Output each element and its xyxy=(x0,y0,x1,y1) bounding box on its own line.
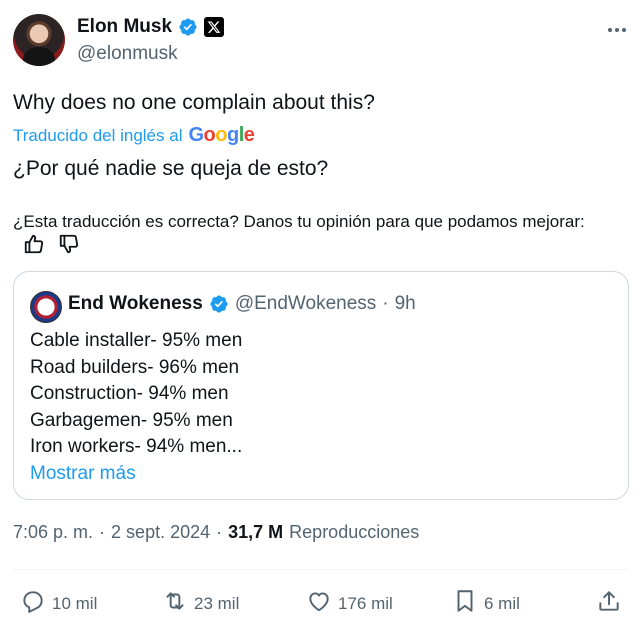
quoted-line: Construction- 94% men xyxy=(30,383,229,405)
show-more-link[interactable]: Mostrar más xyxy=(30,461,242,488)
x-logo-icon[interactable] xyxy=(204,17,225,37)
like-button[interactable]: 176 mil xyxy=(306,588,393,619)
divider xyxy=(13,569,629,570)
meta-separator: · xyxy=(99,522,106,542)
quoted-time: 9h xyxy=(394,293,416,314)
view-count[interactable]: 31,7 M xyxy=(228,522,283,543)
reply-button[interactable]: 10 mil xyxy=(20,588,97,619)
bookmark-icon xyxy=(452,588,478,619)
share-button[interactable] xyxy=(596,588,622,619)
share-icon xyxy=(596,588,622,619)
repost-icon xyxy=(162,588,188,619)
translated-text: ¿Por qué nadie se queja de esto? xyxy=(13,157,329,180)
tweet-date[interactable]: 2 sept. 2024 xyxy=(111,522,210,543)
tweet-meta: 7:06 p. m. · 2 sept. 2024 · 31,7 M Repro… xyxy=(13,522,419,543)
heart-icon xyxy=(306,588,332,619)
google-logo: Google xyxy=(188,124,255,146)
tweet-text: Why does no one complain about this? xyxy=(13,91,375,114)
more-options-icon[interactable] xyxy=(605,20,629,40)
reply-count: 10 mil xyxy=(52,593,98,613)
translation-attribution[interactable]: Traducido del inglés al Google xyxy=(13,124,255,147)
quoted-header: End Wokeness @EndWokeness · 9h xyxy=(68,293,416,315)
views-label: Reproducciones xyxy=(289,522,420,542)
quoted-separator: · xyxy=(382,293,389,314)
quoted-line: Garbagemen- 95% men xyxy=(30,409,233,431)
quoted-line: Iron workers- 94% men... xyxy=(30,436,243,458)
thumbs-up-icon[interactable] xyxy=(23,233,45,255)
meta-separator: · xyxy=(216,522,223,542)
author-name[interactable]: Elon Musk xyxy=(77,16,172,38)
quoted-author-handle: @EndWokeness xyxy=(234,293,377,314)
quoted-author-name[interactable]: End Wokeness xyxy=(68,293,203,315)
thumbs-down-icon[interactable] xyxy=(58,233,80,255)
like-count: 176 mil xyxy=(338,593,393,613)
quoted-tweet[interactable]: End Wokeness @EndWokeness · 9h Cable ins… xyxy=(13,271,629,500)
action-bar: 10 mil 23 mil 176 mil 6 mil xyxy=(20,588,626,614)
quoted-line: Road builders- 96% men xyxy=(30,356,240,378)
tweet-time[interactable]: 7:06 p. m. xyxy=(13,522,93,543)
feedback-text: ¿Esta traducción es correcta? Danos tu o… xyxy=(13,212,585,231)
verified-badge-icon[interactable] xyxy=(178,17,198,37)
author-avatar[interactable] xyxy=(13,14,65,66)
translation-feedback: ¿Esta traducción es correcta? Danos tu o… xyxy=(13,210,613,256)
repost-button[interactable]: 23 mil xyxy=(162,588,239,619)
repost-count: 23 mil xyxy=(194,593,240,613)
author-handle[interactable]: @elonmusk xyxy=(77,43,178,65)
bookmark-count: 6 mil xyxy=(484,593,520,613)
reply-icon xyxy=(20,588,46,619)
quoted-line: Cable installer- 95% men xyxy=(30,330,243,351)
translated-by-label: Traducido del inglés al xyxy=(13,125,183,145)
quoted-author-avatar[interactable] xyxy=(30,291,62,323)
bookmark-button[interactable]: 6 mil xyxy=(452,588,520,619)
quoted-body: Cable installer- 95% men Road builders- … xyxy=(30,328,242,488)
tweet-header: Elon Musk @elonmusk xyxy=(13,14,629,68)
verified-badge-icon xyxy=(209,294,229,314)
author-name-row: Elon Musk xyxy=(77,16,225,38)
